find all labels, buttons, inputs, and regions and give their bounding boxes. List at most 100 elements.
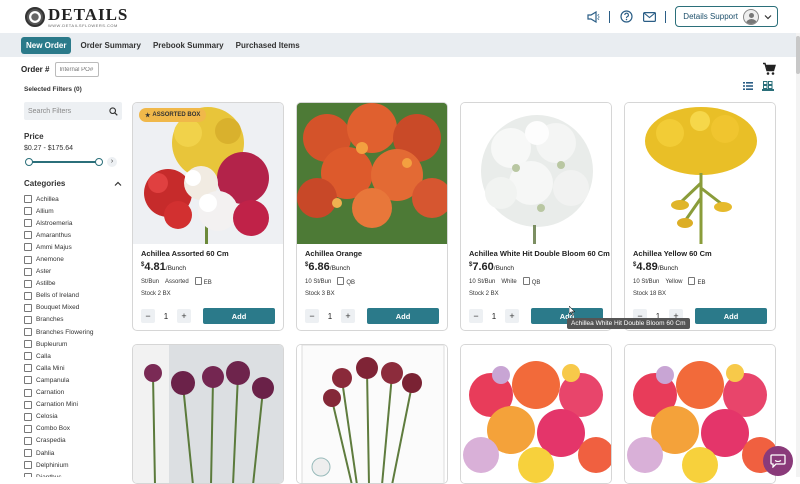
tab-order-summary[interactable]: Order Summary bbox=[77, 37, 143, 54]
product-card[interactable]: ★ ASSORTED BOX Achillea Assorted 60 Cm $… bbox=[132, 102, 284, 331]
category-label: Alstroemeria bbox=[36, 219, 73, 227]
category-checkbox[interactable] bbox=[24, 412, 32, 421]
tab-new-order[interactable]: New Order bbox=[21, 36, 72, 54]
box-icon bbox=[337, 277, 345, 285]
quantity-value[interactable]: 1 bbox=[155, 312, 177, 321]
category-checkbox[interactable] bbox=[24, 303, 32, 312]
category-filter-item[interactable]: Alstroemeria bbox=[24, 217, 122, 229]
category-filter-item[interactable]: Branches bbox=[24, 314, 122, 326]
category-checkbox[interactable] bbox=[24, 279, 32, 288]
category-checkbox[interactable] bbox=[24, 267, 32, 276]
category-filter-item[interactable]: Ammi Majus bbox=[24, 241, 122, 253]
category-filter-item[interactable]: Allium bbox=[24, 205, 122, 217]
price-max-handle[interactable] bbox=[95, 158, 103, 166]
category-filter-item[interactable]: Delphinium bbox=[24, 459, 122, 471]
scrollbar-thumb[interactable] bbox=[796, 36, 800, 74]
category-filter-item[interactable]: Bells of Ireland bbox=[24, 290, 122, 302]
category-checkbox[interactable] bbox=[24, 340, 32, 349]
tab-purchased-items[interactable]: Purchased Items bbox=[233, 37, 303, 54]
product-card[interactable] bbox=[460, 344, 612, 484]
increase-qty-button[interactable]: + bbox=[505, 309, 519, 323]
category-filter-item[interactable]: Dianthus bbox=[24, 471, 122, 477]
page-scrollbar[interactable] bbox=[796, 33, 800, 477]
category-checkbox[interactable] bbox=[24, 424, 32, 433]
product-card[interactable] bbox=[624, 344, 776, 484]
category-filter-item[interactable]: Craspedia bbox=[24, 435, 122, 447]
support-menu-button[interactable]: Details Support bbox=[675, 6, 778, 27]
product-card[interactable]: Achillea Yellow 60 Cm $4.89/Bunch 10 St/… bbox=[624, 102, 776, 331]
category-checkbox[interactable] bbox=[24, 219, 32, 228]
category-checkbox[interactable] bbox=[24, 291, 32, 300]
category-filter-item[interactable]: Amaranthus bbox=[24, 229, 122, 241]
category-filter-item[interactable]: Astilbe bbox=[24, 278, 122, 290]
add-to-cart-button[interactable]: Add bbox=[695, 308, 767, 324]
decrease-qty-button[interactable]: − bbox=[469, 309, 483, 323]
category-filter-item[interactable]: Bouquet Mixed bbox=[24, 302, 122, 314]
category-filter-item[interactable]: Calla bbox=[24, 350, 122, 362]
product-card[interactable]: Achillea White Hit Double Bloom 60 Cm $7… bbox=[460, 102, 612, 331]
category-checkbox[interactable] bbox=[24, 449, 32, 458]
category-label: Bouquet Mixed bbox=[36, 304, 80, 312]
product-price: $6.86/Bunch bbox=[305, 261, 439, 273]
add-to-cart-button[interactable]: Add bbox=[367, 308, 439, 324]
grid-view-toggle[interactable] bbox=[762, 81, 774, 91]
category-checkbox[interactable] bbox=[24, 376, 32, 385]
category-checkbox[interactable] bbox=[24, 315, 32, 324]
category-filter-item[interactable]: Celosia bbox=[24, 411, 122, 423]
product-card[interactable]: Achillea Orange $6.86/Bunch 10 St/Bun QB… bbox=[296, 102, 448, 331]
price-apply-button[interactable]: › bbox=[107, 157, 117, 167]
category-checkbox[interactable] bbox=[24, 473, 32, 477]
search-filters-input[interactable]: Search Filters bbox=[24, 102, 122, 120]
category-checkbox[interactable] bbox=[24, 328, 32, 337]
category-checkbox[interactable] bbox=[24, 207, 32, 216]
category-filter-item[interactable]: Campanula bbox=[24, 374, 122, 386]
decrease-qty-button[interactable]: − bbox=[305, 309, 319, 323]
category-checkbox[interactable] bbox=[24, 388, 32, 397]
category-checkbox[interactable] bbox=[24, 461, 32, 470]
mail-icon[interactable] bbox=[642, 10, 656, 24]
category-checkbox[interactable] bbox=[24, 243, 32, 252]
cart-icon[interactable] bbox=[762, 62, 776, 76]
category-checkbox[interactable] bbox=[24, 436, 32, 445]
category-filter-item[interactable]: Carnation bbox=[24, 387, 122, 399]
category-filter-item[interactable]: Bupleurum bbox=[24, 338, 122, 350]
category-filter-item[interactable]: Dahlia bbox=[24, 447, 122, 459]
main-nav: New Order Order Summary Prebook Summary … bbox=[0, 33, 800, 57]
category-checkbox[interactable] bbox=[24, 400, 32, 409]
category-checkbox[interactable] bbox=[24, 352, 32, 361]
help-icon[interactable] bbox=[619, 10, 633, 24]
list-view-icon[interactable] bbox=[743, 82, 753, 90]
category-checkbox[interactable] bbox=[24, 255, 32, 264]
chevron-up-icon[interactable] bbox=[114, 181, 122, 187]
category-checkbox[interactable] bbox=[24, 195, 32, 204]
decrease-qty-button[interactable]: − bbox=[141, 309, 155, 323]
category-filter-item[interactable]: Branches Flowering bbox=[24, 326, 122, 338]
category-label: Craspedia bbox=[36, 437, 66, 445]
brand-logo[interactable]: DETAILS WWW.DETAILSFLOWERS.COM bbox=[25, 4, 128, 29]
price-min-handle[interactable] bbox=[25, 158, 33, 166]
quantity-value[interactable]: 1 bbox=[483, 312, 505, 321]
quantity-value[interactable]: 1 bbox=[319, 312, 341, 321]
category-filter-item[interactable]: Anemone bbox=[24, 253, 122, 265]
chevron-down-icon bbox=[764, 14, 772, 19]
internal-po-input[interactable] bbox=[55, 62, 100, 77]
category-filter-item[interactable]: Achillea bbox=[24, 193, 122, 205]
price-unit: /Bunch bbox=[329, 265, 351, 272]
category-checkbox[interactable] bbox=[24, 364, 32, 373]
increase-qty-button[interactable]: + bbox=[341, 309, 355, 323]
price-slider[interactable]: › bbox=[24, 157, 122, 167]
product-card[interactable] bbox=[296, 344, 448, 484]
product-color: White bbox=[501, 278, 517, 285]
product-card[interactable] bbox=[132, 344, 284, 484]
add-to-cart-button[interactable]: Add bbox=[203, 308, 275, 324]
category-filter-item[interactable]: Calla Mini bbox=[24, 362, 122, 374]
increase-qty-button[interactable]: + bbox=[177, 309, 191, 323]
tab-prebook-summary[interactable]: Prebook Summary bbox=[150, 37, 227, 54]
category-filter-item[interactable]: Aster bbox=[24, 266, 122, 278]
categories-title: Categories bbox=[24, 179, 66, 188]
megaphone-icon[interactable] bbox=[586, 10, 600, 24]
category-filter-item[interactable]: Combo Box bbox=[24, 423, 122, 435]
chat-button[interactable] bbox=[763, 446, 793, 476]
category-filter-item[interactable]: Carnation Mini bbox=[24, 399, 122, 411]
category-checkbox[interactable] bbox=[24, 231, 32, 240]
